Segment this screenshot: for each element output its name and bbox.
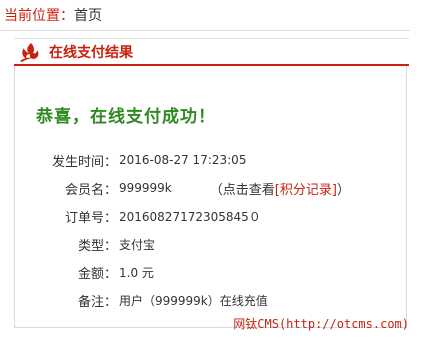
flame-logo-icon: [20, 42, 39, 62]
detail-row-note: 备注： 用户（999999k）在线充值: [29, 286, 389, 314]
detail-row-order: 订单号： 20160827172305845０: [29, 202, 389, 230]
points-record-link[interactable]: [积分记录]: [275, 179, 337, 198]
note-label: 备注：: [77, 294, 117, 310]
member-value: 999999k: [119, 181, 172, 195]
breadcrumb-home-link[interactable]: 首页: [74, 5, 102, 25]
amount-label: 金额：: [77, 266, 117, 282]
view-hint-close: ）: [336, 182, 350, 198]
view-hint-open: （点击查看: [209, 182, 275, 198]
watermark: 网钛CMS(http://otcms.com): [233, 317, 409, 331]
success-message: 恭喜，在线支付成功！: [36, 107, 216, 127]
note-value: 用户（999999k）在线充值: [119, 293, 268, 308]
breadcrumb-label: 当前位置：: [4, 8, 74, 24]
detail-row-member: 会员名： 999999k （点击查看 [积分记录] ）: [29, 174, 389, 202]
payment-details: 发生时间： 2016-08-27 17:23:05 会员名： 999999k （…: [29, 146, 389, 314]
detail-row-type: 类型： 支付宝: [29, 230, 389, 258]
panel-header: 在线支付结果: [14, 38, 409, 66]
type-value: 支付宝: [119, 237, 156, 252]
payment-result-panel: 在线支付结果 恭喜，在线支付成功！ 发生时间： 2016-08-27 17:23…: [14, 38, 409, 328]
detail-row-time: 发生时间： 2016-08-27 17:23:05: [29, 146, 389, 174]
order-value: 20160827172305845０: [119, 209, 261, 224]
time-value: 2016-08-27 17:23:05: [119, 153, 247, 167]
breadcrumb: 当前位置： 首页: [0, 0, 410, 31]
detail-row-amount: 金额： 1.0 元: [29, 258, 389, 286]
member-label: 会员名：: [64, 182, 117, 198]
time-label: 发生时间：: [51, 154, 117, 170]
order-label: 订单号：: [64, 210, 117, 226]
amount-value: 1.0 元: [119, 265, 154, 280]
type-label: 类型：: [77, 238, 117, 254]
panel-title: 在线支付结果: [49, 44, 133, 61]
